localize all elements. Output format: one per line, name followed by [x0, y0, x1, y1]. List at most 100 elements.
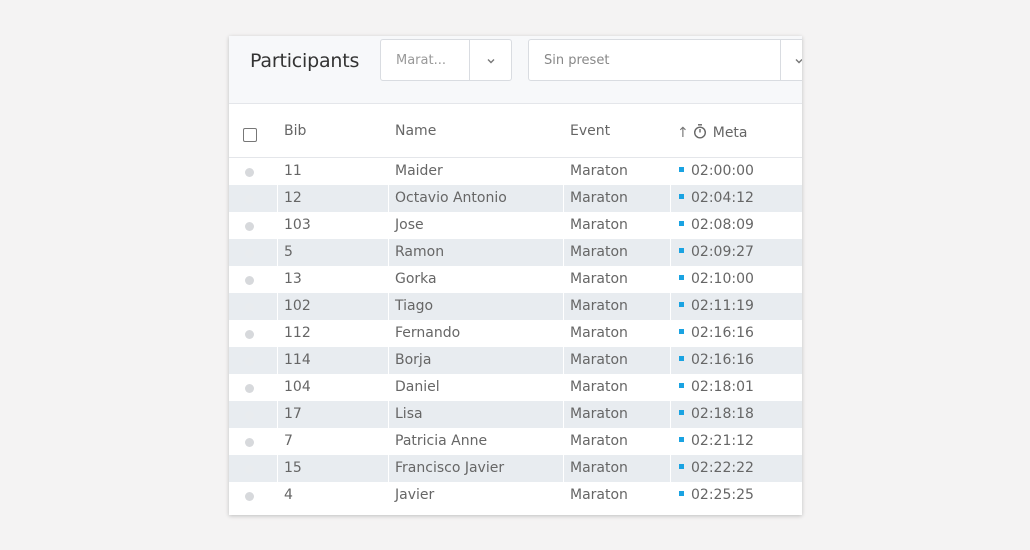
- event-cell: Maraton: [570, 433, 628, 449]
- time-marker-icon: [679, 167, 684, 172]
- event-cell: Maraton: [570, 487, 628, 503]
- meta-time-cell: 02:00:00: [679, 163, 754, 179]
- bib-cell: 13: [284, 271, 302, 287]
- row-status-dot[interactable]: [245, 276, 254, 285]
- bib-cell: 12: [284, 190, 302, 206]
- table-header: Bib Name Event ↑ Meta: [229, 104, 802, 158]
- name-cell: Tiago: [395, 298, 434, 314]
- column-header-meta-label: Meta: [712, 125, 748, 141]
- table-row[interactable]: 112 Fernando Maraton 02:16:16: [229, 320, 802, 347]
- table-row[interactable]: 114 Borja Maraton 02:16:16: [229, 347, 802, 374]
- meta-time-cell: 02:16:16: [679, 325, 754, 341]
- time-marker-icon: [679, 329, 684, 334]
- row-status-dot[interactable]: [245, 492, 254, 501]
- name-cell: Borja: [395, 352, 432, 368]
- event-cell: Maraton: [570, 406, 628, 422]
- bib-cell: 102: [284, 298, 311, 314]
- bib-cell: 7: [284, 433, 293, 449]
- time-marker-icon: [679, 221, 684, 226]
- row-status-dot[interactable]: [245, 438, 254, 447]
- table-row[interactable]: 4 Javier Maraton 02:25:25: [229, 482, 802, 509]
- event-cell: Maraton: [570, 163, 628, 179]
- meta-time-cell: 02:08:09: [679, 217, 754, 233]
- meta-time-value: 02:08:09: [691, 217, 754, 233]
- meta-time-value: 02:16:16: [691, 325, 754, 341]
- column-divider: [277, 158, 278, 515]
- event-cell: Maraton: [570, 271, 628, 287]
- time-marker-icon: [679, 275, 684, 280]
- row-status-dot[interactable]: [245, 168, 254, 177]
- time-marker-icon: [679, 248, 684, 253]
- table-row[interactable]: 104 Daniel Maraton 02:18:01: [229, 374, 802, 401]
- meta-time-cell: 02:11:19: [679, 298, 754, 314]
- event-cell: Maraton: [570, 244, 628, 260]
- row-status-dot[interactable]: [245, 195, 254, 204]
- column-divider: [388, 158, 389, 515]
- meta-time-value: 02:25:25: [691, 487, 754, 503]
- table-row[interactable]: 12 Octavio Antonio Maraton 02:04:12: [229, 185, 802, 212]
- meta-time-value: 02:10:00: [691, 271, 754, 287]
- meta-time-value: 02:22:22: [691, 460, 754, 476]
- event-cell: Maraton: [570, 190, 628, 206]
- row-status-dot[interactable]: [245, 249, 254, 258]
- name-cell: Javier: [395, 487, 435, 503]
- event-cell: Maraton: [570, 217, 628, 233]
- meta-time-cell: 02:18:18: [679, 406, 754, 422]
- row-status-dot[interactable]: [245, 411, 254, 420]
- bib-cell: 104: [284, 379, 311, 395]
- time-marker-icon: [679, 464, 684, 469]
- bib-cell: 112: [284, 325, 311, 341]
- chevron-down-icon[interactable]: [485, 55, 497, 67]
- table-row[interactable]: 102 Tiago Maraton 02:11:19: [229, 293, 802, 320]
- row-status-dot[interactable]: [245, 384, 254, 393]
- column-header-event[interactable]: Event: [570, 123, 610, 139]
- divider: [469, 40, 470, 80]
- row-status-dot[interactable]: [245, 465, 254, 474]
- table-body: 11 Maider Maraton 02:00:00 12 Octavio Antonio…: [229, 158, 802, 509]
- name-cell: Ramon: [395, 244, 445, 260]
- column-header-meta[interactable]: ↑ Meta: [677, 123, 748, 141]
- table-row[interactable]: 15 Francisco Javier Maraton 02:22:22: [229, 455, 802, 482]
- event-select-value: Marat...: [396, 53, 446, 68]
- table-row[interactable]: 17 Lisa Maraton 02:18:18: [229, 401, 802, 428]
- bib-cell: 15: [284, 460, 302, 476]
- table-row[interactable]: 103 Jose Maraton 02:08:09: [229, 212, 802, 239]
- table-row[interactable]: 13 Gorka Maraton 02:10:00: [229, 266, 802, 293]
- row-status-dot[interactable]: [245, 303, 254, 312]
- preset-select[interactable]: Sin preset: [528, 39, 802, 81]
- select-all-checkbox[interactable]: [243, 128, 257, 142]
- table-row[interactable]: 11 Maider Maraton 02:00:00: [229, 158, 802, 185]
- meta-time-value: 02:00:00: [691, 163, 754, 179]
- name-cell: Fernando: [395, 325, 461, 341]
- time-marker-icon: [679, 383, 684, 388]
- chevron-down-icon[interactable]: [793, 55, 802, 67]
- event-cell: Maraton: [570, 325, 628, 341]
- row-status-dot[interactable]: [245, 357, 254, 366]
- name-cell: Daniel: [395, 379, 440, 395]
- column-header-bib[interactable]: Bib: [284, 123, 306, 139]
- column-header-name[interactable]: Name: [395, 123, 436, 139]
- time-marker-icon: [679, 437, 684, 442]
- event-select[interactable]: Marat...: [380, 39, 512, 81]
- event-cell: Maraton: [570, 352, 628, 368]
- name-cell: Jose: [395, 217, 424, 233]
- preset-select-value: Sin preset: [544, 53, 610, 68]
- row-status-dot[interactable]: [245, 330, 254, 339]
- meta-time-value: 02:11:19: [691, 298, 754, 314]
- bib-cell: 103: [284, 217, 311, 233]
- page-title: Participants: [250, 50, 360, 72]
- toolbar: Participants Marat... Sin preset: [229, 36, 802, 104]
- meta-time-cell: 02:10:00: [679, 271, 754, 287]
- meta-time-value: 02:16:16: [691, 352, 754, 368]
- time-marker-icon: [679, 194, 684, 199]
- time-marker-icon: [679, 410, 684, 415]
- row-status-dot[interactable]: [245, 222, 254, 231]
- name-cell: Patricia Anne: [395, 433, 488, 449]
- time-marker-icon: [679, 491, 684, 496]
- time-marker-icon: [679, 302, 684, 307]
- meta-time-cell: 02:04:12: [679, 190, 754, 206]
- participants-panel: Participants Marat... Sin preset Bib Nam…: [229, 36, 802, 515]
- table-row[interactable]: 5 Ramon Maraton 02:09:27: [229, 239, 802, 266]
- name-cell: Gorka: [395, 271, 437, 287]
- table-row[interactable]: 7 Patricia Anne Maraton 02:21:12: [229, 428, 802, 455]
